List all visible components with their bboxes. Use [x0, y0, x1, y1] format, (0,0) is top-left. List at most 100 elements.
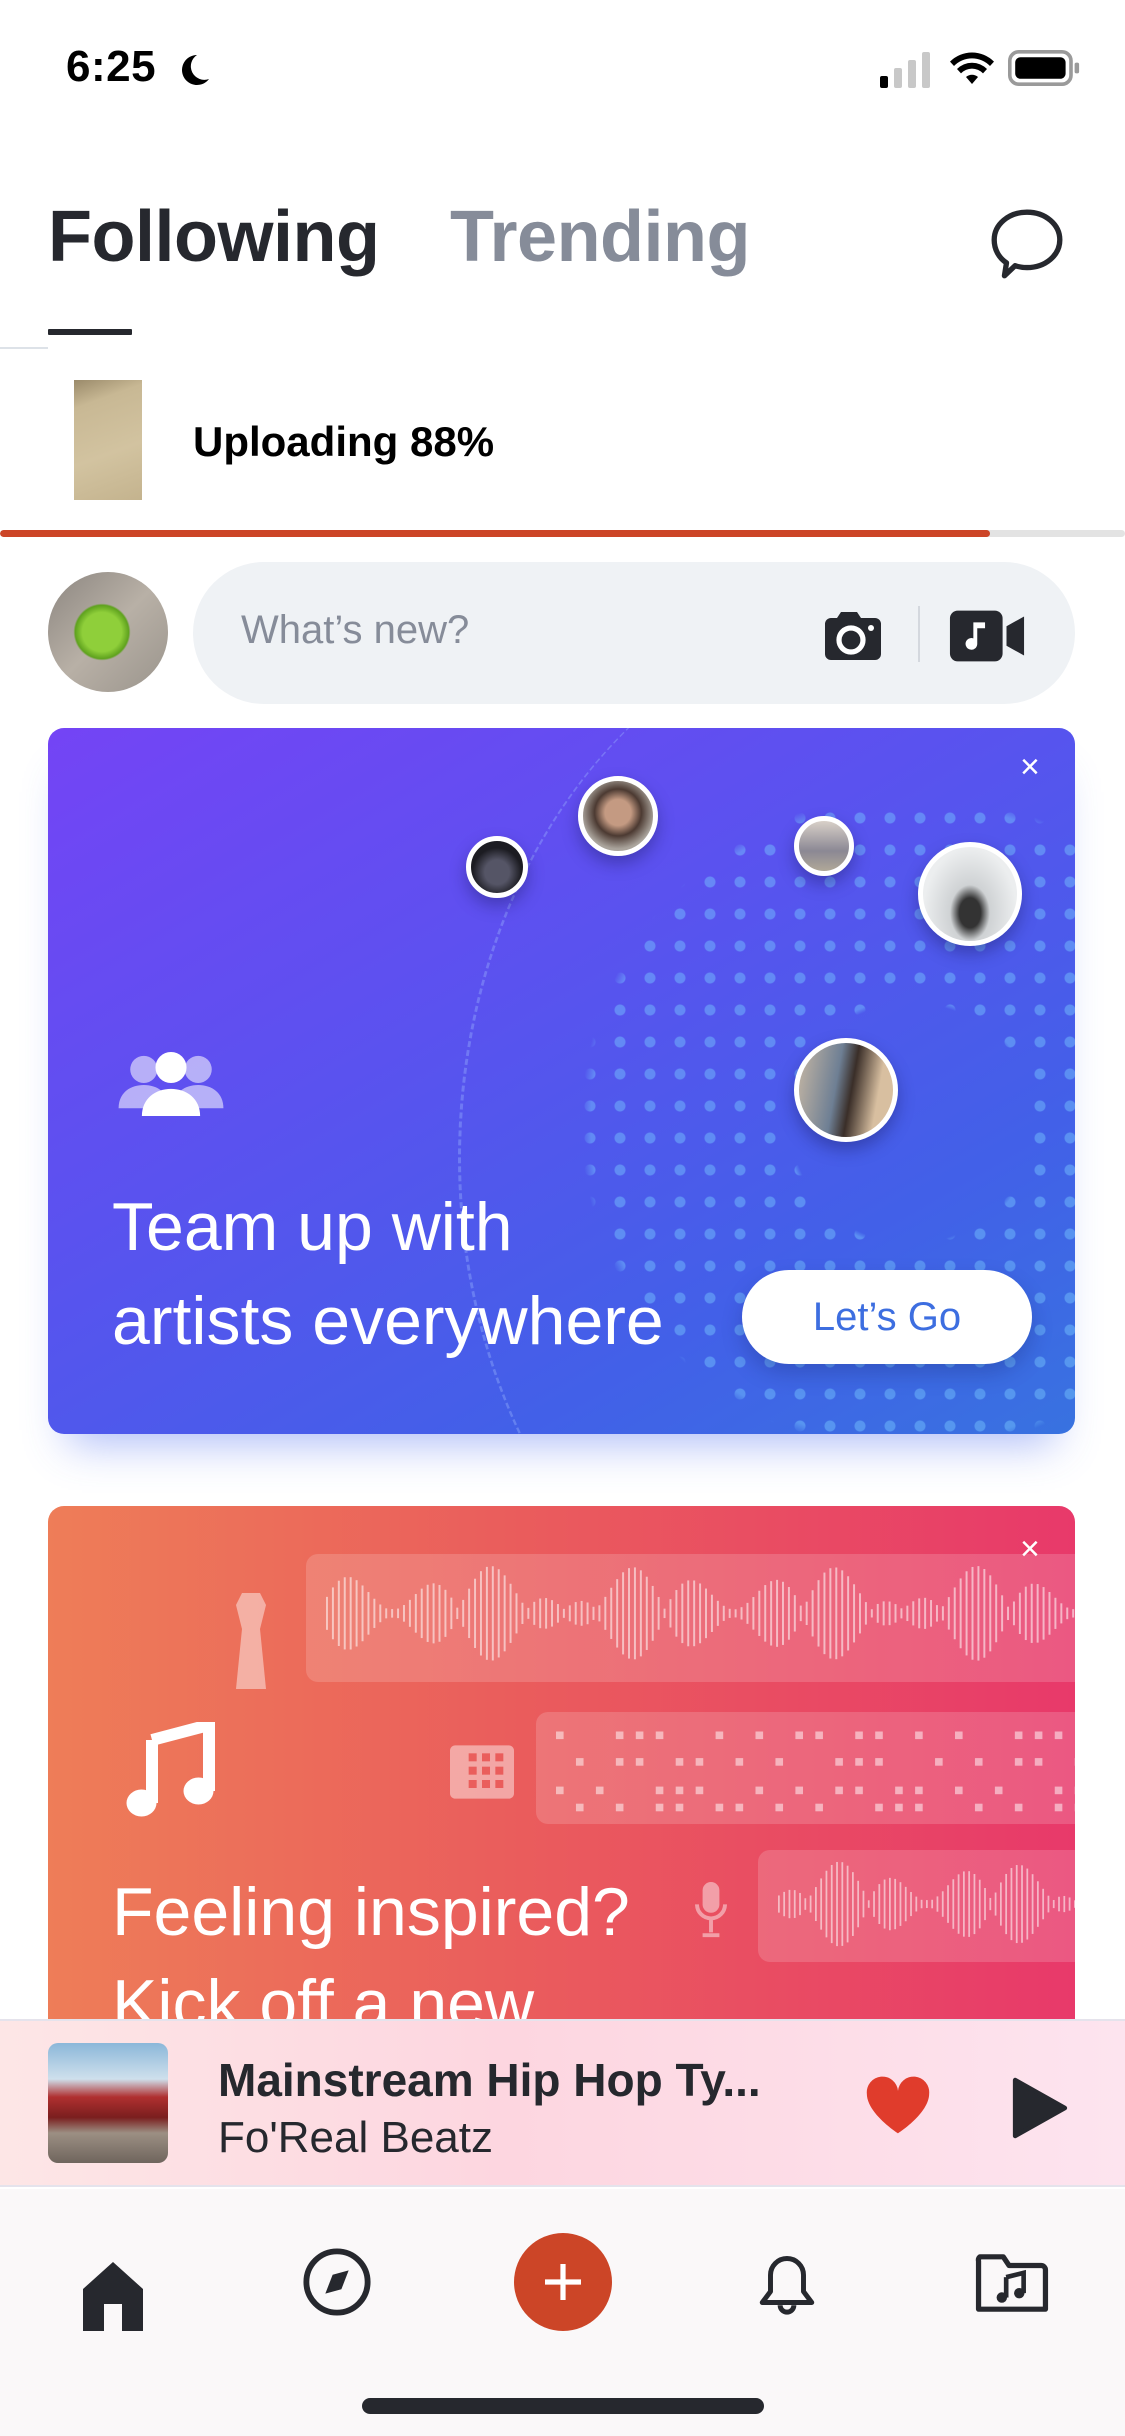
beat-step: [955, 1786, 963, 1795]
waveform-bar: [367, 1592, 370, 1635]
waveform-bar: [867, 1900, 870, 1908]
waveform-bar: [361, 1585, 364, 1642]
beat-step: [915, 1731, 923, 1740]
waveform-bar: [858, 1593, 861, 1634]
waveform-bar: [337, 1580, 340, 1647]
music-video-icon[interactable]: [948, 608, 1026, 664]
waveform-bar: [479, 1571, 482, 1656]
waveform-bar: [651, 1585, 654, 1641]
waveform-bar: [920, 1899, 923, 1909]
album-art[interactable]: [48, 2043, 168, 2163]
waveform-bar: [957, 1874, 960, 1934]
beat-step: [915, 1786, 923, 1795]
mini-player[interactable]: Mainstream Hip Hop Ty... Fo'Real Beatz: [0, 2019, 1125, 2187]
beat-step: [775, 1758, 784, 1766]
waveform-bar: [799, 1605, 802, 1622]
waveform-bar: [873, 1891, 875, 1917]
waveform-bar: [551, 1600, 554, 1627]
waveform-bar: [870, 1609, 873, 1618]
tab-trending[interactable]: Trending: [450, 196, 751, 278]
waveform-bar: [343, 1577, 346, 1650]
waveform-bar: [468, 1588, 471, 1639]
waveform-bar: [883, 1879, 886, 1929]
close-card-button[interactable]: ×: [1020, 1532, 1040, 1566]
waveform-bar: [639, 1570, 642, 1657]
composer-placeholder[interactable]: What’s new?: [241, 608, 469, 653]
beat-step: [575, 1803, 584, 1812]
waveform-bar: [633, 1567, 636, 1660]
waveform-bar: [1058, 1896, 1060, 1912]
waveform-bar: [968, 1871, 971, 1937]
waveform-bar: [783, 1891, 786, 1917]
waveform-bar: [888, 1601, 891, 1626]
user-avatar[interactable]: [48, 572, 168, 692]
waveform-bar: [1072, 1609, 1075, 1618]
track-title[interactable]: Mainstream Hip Hop Ty...: [218, 2053, 761, 2107]
beat-step: [655, 1731, 664, 1740]
lets-go-button[interactable]: Let’s Go: [742, 1270, 1032, 1364]
home-icon[interactable]: [80, 2259, 146, 2331]
camera-icon[interactable]: [821, 608, 885, 664]
waveform-bar: [391, 1609, 394, 1618]
waveform-bar: [915, 1896, 918, 1912]
waveform-bar: [556, 1604, 559, 1623]
waveform-bar: [1010, 1867, 1013, 1941]
tab-following[interactable]: Following: [48, 196, 380, 278]
heart-icon[interactable]: [864, 2073, 932, 2137]
create-button[interactable]: [514, 2233, 612, 2331]
waveform-bar: [805, 1601, 808, 1626]
waveform-bar: [438, 1584, 441, 1642]
waveform-bar: [804, 1898, 807, 1910]
waveform-bar: [728, 1608, 731, 1618]
waveform-bar: [450, 1597, 453, 1630]
beat-step: [895, 1786, 903, 1795]
beat-step: [575, 1758, 584, 1766]
waveform-bar: [491, 1566, 494, 1661]
waveform-bar: [995, 1584, 998, 1643]
compass-icon[interactable]: [302, 2247, 372, 2317]
waveform-bar: [1068, 1897, 1071, 1911]
card-title-line: Team up with: [112, 1189, 513, 1265]
microphone-icon: [695, 1882, 727, 1938]
battery-icon: [1008, 50, 1080, 86]
post-composer[interactable]: What’s new?: [193, 562, 1075, 704]
waveform-bar: [918, 1598, 921, 1629]
waveform-bar: [331, 1587, 334, 1640]
home-indicator[interactable]: [362, 2398, 764, 2414]
chat-bubble-icon[interactable]: [986, 204, 1068, 286]
beat-step: [1014, 1731, 1023, 1740]
artist-avatar: [918, 842, 1022, 946]
waveform-bar: [894, 1604, 897, 1623]
waveform-bar: [1060, 1603, 1063, 1624]
waveform-bar: [776, 1579, 779, 1647]
beat-step: [735, 1803, 744, 1812]
waveform-bar: [574, 1602, 577, 1625]
waveform-bar: [820, 1878, 823, 1930]
waveform-bar: [681, 1583, 684, 1644]
waveform-bar: [521, 1602, 524, 1624]
waveform-bar: [1048, 1591, 1051, 1635]
waveform-bar: [657, 1596, 660, 1630]
waveform-bar: [941, 1606, 944, 1621]
waveform-bar: [1012, 1601, 1015, 1626]
waveform-bar: [527, 1607, 530, 1619]
play-icon[interactable]: [1012, 2077, 1068, 2139]
track-artist[interactable]: Fo'Real Beatz: [218, 2113, 493, 2163]
bell-icon[interactable]: [756, 2253, 818, 2319]
beat-step: [655, 1786, 664, 1795]
waveform-bar: [562, 1608, 565, 1618]
waveform-bar: [645, 1576, 648, 1650]
waveform-bar: [420, 1588, 423, 1639]
waveform-bar: [568, 1605, 571, 1622]
moon-icon: [182, 55, 209, 85]
beat-step: [974, 1758, 983, 1766]
waveform-bar: [971, 1566, 974, 1660]
close-card-button[interactable]: ×: [1020, 750, 1040, 784]
music-folder-icon[interactable]: [974, 2251, 1050, 2315]
waveform-bar: [586, 1602, 589, 1625]
create-project-card: × Feeling inspired? Kick off a new: [48, 1506, 1075, 2026]
beat-step: [675, 1803, 684, 1812]
waveform-bar: [764, 1585, 767, 1642]
waveform-bar: [876, 1603, 879, 1623]
waveform-bar: [699, 1583, 702, 1644]
